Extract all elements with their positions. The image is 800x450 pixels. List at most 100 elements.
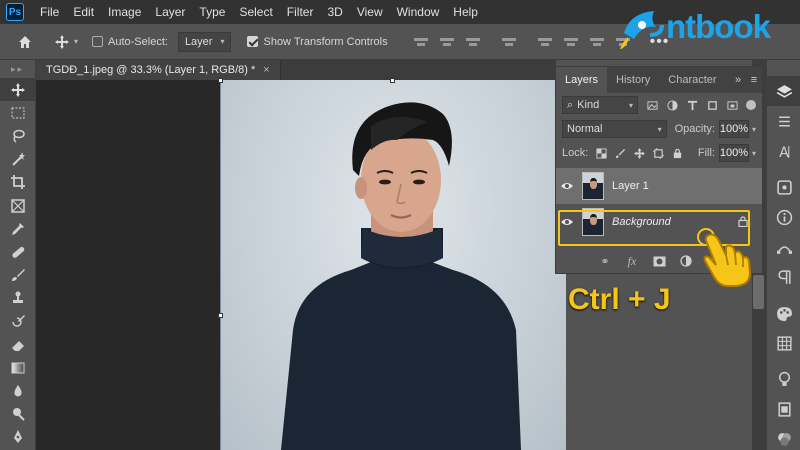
- healing-brush-tool[interactable]: [0, 240, 36, 263]
- pen-tool[interactable]: [0, 426, 36, 449]
- collapse-panel-icon[interactable]: »: [730, 67, 746, 93]
- layer-row-layer-1[interactable]: Layer 1: [556, 168, 762, 204]
- dodge-icon: [13, 408, 25, 421]
- paragraph-panel-toggle[interactable]: [767, 262, 800, 292]
- move-tool[interactable]: [0, 78, 36, 102]
- adjustment-filter-icon[interactable]: [667, 99, 678, 111]
- lock-position-icon[interactable]: [634, 147, 646, 159]
- brush-tool[interactable]: [0, 264, 36, 287]
- align-bottom-icon[interactable]: [563, 35, 578, 49]
- lock-pixels-icon[interactable]: [615, 148, 626, 159]
- align-middle-icon[interactable]: [537, 35, 552, 49]
- menu-window[interactable]: Window: [397, 5, 440, 19]
- align-top-icon[interactable]: [501, 35, 516, 49]
- distribute-icon[interactable]: [589, 35, 604, 49]
- eraser-tool[interactable]: [0, 333, 36, 356]
- panel-tab-bar: Layers History Character » ≡: [556, 67, 762, 93]
- chevron-down-icon: ▾: [628, 100, 633, 110]
- frame-tool[interactable]: [0, 194, 36, 217]
- panel-scrollbar-thumb[interactable]: [753, 275, 764, 309]
- palette-icon: [776, 306, 792, 321]
- layers-panel-toggle[interactable]: [767, 76, 800, 106]
- filter-toggle[interactable]: [746, 100, 756, 110]
- menu-3d[interactable]: 3D: [327, 5, 342, 19]
- gradient-tool[interactable]: [0, 356, 36, 379]
- lock-all-icon[interactable]: [672, 148, 683, 159]
- tab-character[interactable]: Character: [659, 67, 725, 93]
- link-layers-icon[interactable]: ⚭: [598, 254, 612, 268]
- show-transform-checkbox[interactable]: [247, 36, 259, 47]
- menu-image[interactable]: Image: [108, 5, 141, 19]
- character-panel-toggle[interactable]: A: [767, 136, 800, 166]
- menu-type[interactable]: Type: [199, 5, 225, 19]
- swatches-panel-toggle[interactable]: [767, 298, 800, 328]
- lock-transparent-icon[interactable]: [596, 147, 607, 159]
- tab-layers[interactable]: Layers: [556, 67, 608, 93]
- home-button[interactable]: [14, 31, 36, 53]
- tab-history[interactable]: History: [607, 67, 659, 93]
- clone-stamp-tool[interactable]: [0, 287, 36, 310]
- filter-kind-select[interactable]: ⌕ Kind ▾: [562, 96, 638, 114]
- menu-edit[interactable]: Edit: [73, 5, 94, 19]
- adjustment-layer-icon[interactable]: [679, 254, 693, 268]
- close-icon[interactable]: ×: [263, 64, 269, 76]
- marquee-tool[interactable]: [0, 101, 36, 124]
- opacity-input[interactable]: 100%: [718, 120, 749, 138]
- grid-panel-toggle[interactable]: [767, 328, 800, 358]
- panel-menu-icon[interactable]: ≡: [746, 67, 762, 93]
- adjustments-panel-toggle[interactable]: [767, 424, 800, 450]
- blur-tool[interactable]: [0, 379, 36, 402]
- menu-select[interactable]: Select: [239, 5, 272, 19]
- menu-filter[interactable]: Filter: [287, 5, 314, 19]
- chevron-down-icon[interactable]: ▾: [752, 149, 756, 158]
- document-image[interactable]: [220, 80, 566, 450]
- shape-filter-icon[interactable]: [707, 100, 718, 111]
- magic-wand-tool[interactable]: [0, 148, 36, 171]
- type-filter-icon[interactable]: [687, 100, 698, 111]
- auto-select-checkbox[interactable]: [92, 36, 104, 47]
- document-title: TGDĐ_1.jpeg @ 33.3% (Layer 1, RGB/8) *: [46, 64, 256, 76]
- menu-help[interactable]: Help: [453, 5, 478, 19]
- crop-tool[interactable]: [0, 171, 36, 194]
- menu-view[interactable]: View: [357, 5, 383, 19]
- move-tool-preset[interactable]: ▾: [54, 34, 78, 50]
- magic-wand-icon: [12, 152, 25, 166]
- chevron-down-icon[interactable]: ▾: [752, 125, 756, 134]
- chevron-down-icon: ▾: [220, 37, 225, 46]
- fill-input[interactable]: 100%: [718, 144, 749, 162]
- menu-layer[interactable]: Layer: [155, 5, 185, 19]
- lasso-tool[interactable]: [0, 124, 36, 147]
- blend-mode-select[interactable]: Normal ▾: [562, 120, 667, 138]
- menu-file[interactable]: File: [40, 5, 59, 19]
- pixel-filter-icon[interactable]: [647, 100, 658, 111]
- add-mask-icon[interactable]: [652, 254, 666, 268]
- align-center-icon[interactable]: [439, 35, 454, 49]
- channels-panel-toggle[interactable]: [767, 106, 800, 136]
- fx-icon[interactable]: fx: [625, 254, 639, 268]
- pen-icon: [14, 430, 22, 444]
- learn-panel-toggle[interactable]: [767, 364, 800, 394]
- photoshop-logo: Ps: [6, 3, 24, 21]
- align-left-icon[interactable]: [413, 35, 428, 49]
- document-tab[interactable]: TGDĐ_1.jpeg @ 33.3% (Layer 1, RGB/8) * ×: [36, 60, 281, 80]
- visibility-toggle[interactable]: [556, 181, 578, 191]
- history-panel-toggle[interactable]: [767, 394, 800, 424]
- transform-handle[interactable]: [390, 78, 395, 83]
- paths-panel-toggle[interactable]: [767, 232, 800, 262]
- smart-object-filter-icon[interactable]: [727, 100, 738, 111]
- eyedropper-icon: [12, 222, 24, 235]
- transform-handle[interactable]: [218, 313, 223, 318]
- eyedropper-tool[interactable]: [0, 217, 36, 240]
- info-panel-toggle[interactable]: [767, 202, 800, 232]
- eye-icon: [561, 183, 573, 189]
- transform-handle[interactable]: [218, 78, 223, 83]
- droplet-icon: [14, 385, 22, 397]
- dodge-tool[interactable]: [0, 403, 36, 426]
- panel-grip-icon[interactable]: ▸▸: [0, 60, 35, 78]
- history-brush-tool[interactable]: [0, 310, 36, 333]
- auto-select-target-select[interactable]: Layer ▾: [177, 31, 232, 52]
- align-right-icon[interactable]: [465, 35, 480, 49]
- lock-artboard-icon[interactable]: [653, 147, 665, 159]
- libraries-panel-toggle[interactable]: [767, 172, 800, 202]
- auto-select-label: Auto-Select:: [108, 35, 168, 48]
